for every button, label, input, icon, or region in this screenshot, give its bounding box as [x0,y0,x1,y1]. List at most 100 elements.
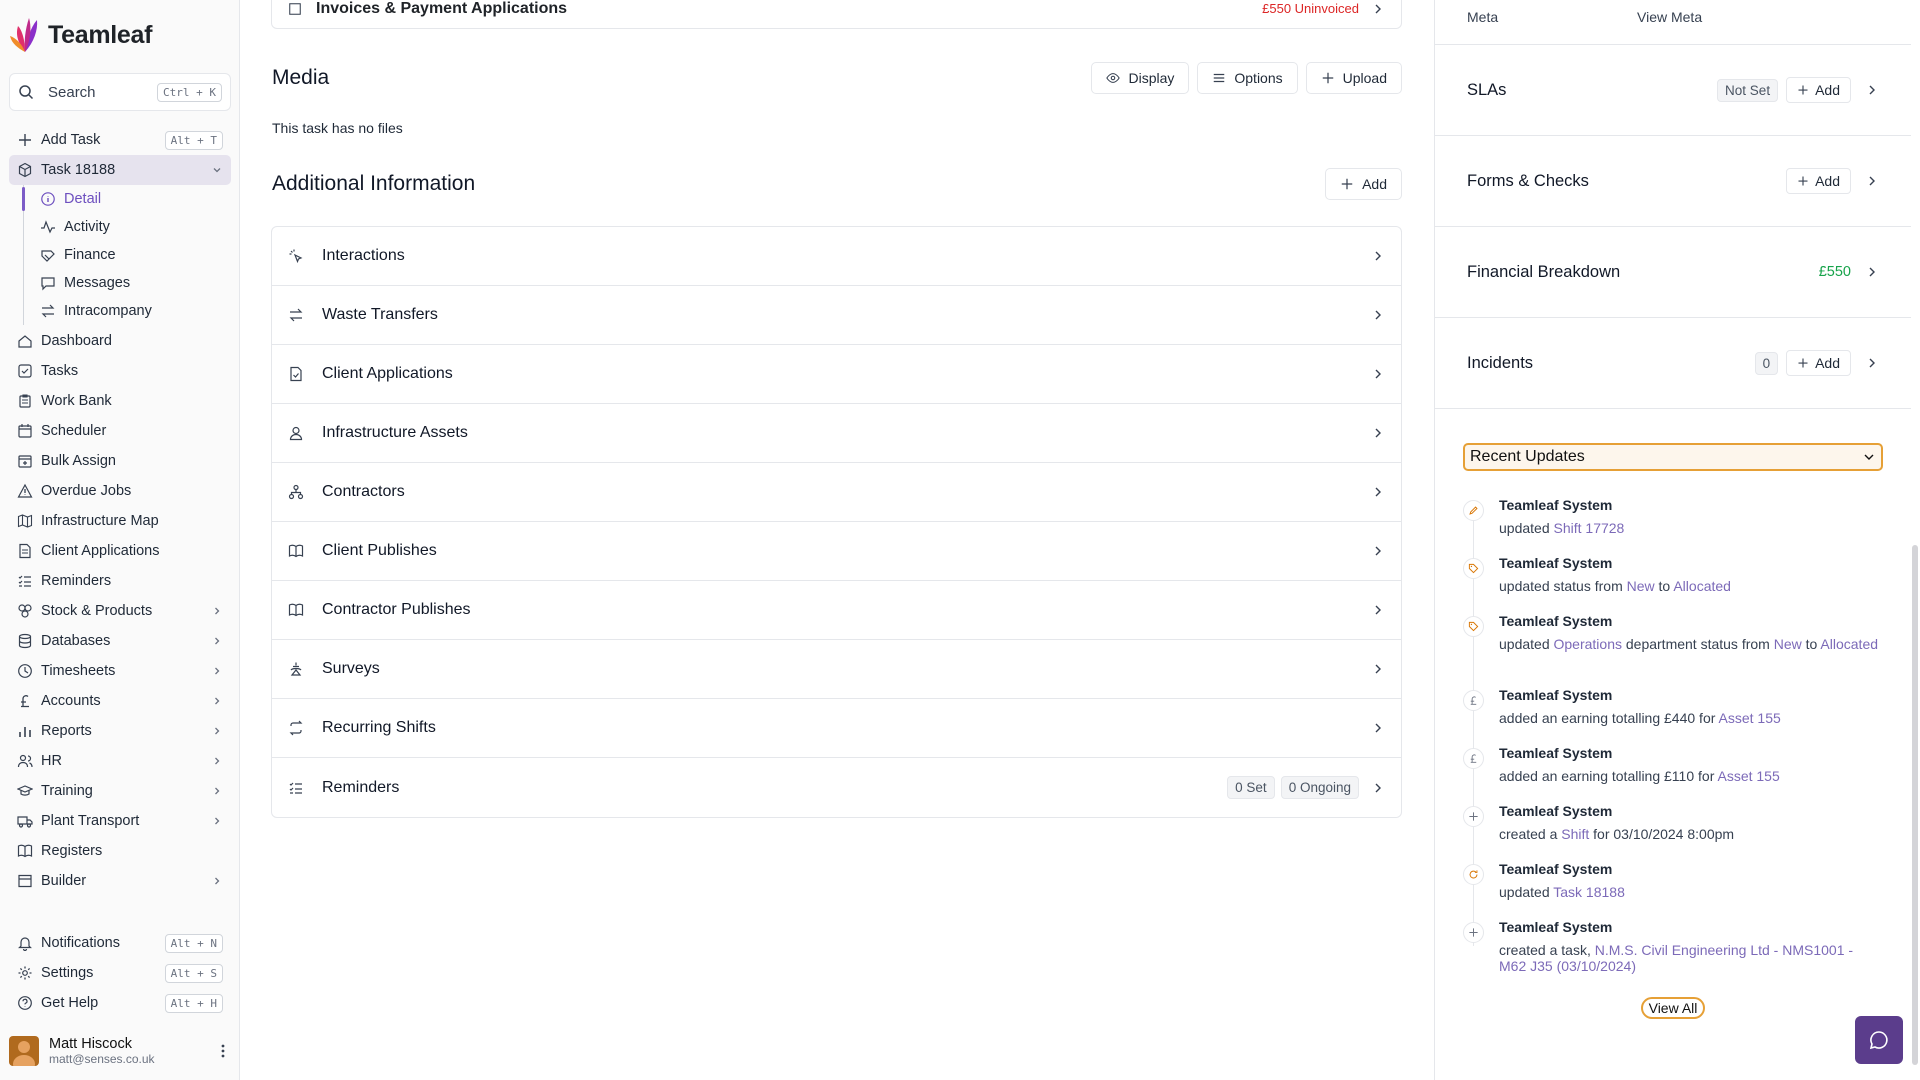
incidents-row[interactable]: Incidents 0 Add [1435,318,1911,409]
timeline-author: Teamleaf System [1499,687,1613,703]
sub-detail[interactable]: Detail [22,185,231,213]
user-profile[interactable]: Matt Hiscock matt@senses.co.uk [9,1032,231,1070]
sub-intracompany[interactable]: Intracompany [24,297,231,325]
accordion-infrastructure-assets[interactable]: Infrastructure Assets [272,404,1401,463]
timeline-link[interactable]: Operations [1554,636,1622,652]
sub-finance-label: Finance [64,247,116,263]
nav-add-task[interactable]: Add Task Alt + T [9,125,231,155]
sidebar-item-label: Work Bank [41,393,112,409]
nav-task-current[interactable]: Task 18188 [9,155,231,185]
financial-row[interactable]: Financial Breakdown £550 [1435,227,1911,318]
timeline-link[interactable]: Allocated [1820,636,1878,652]
incidents-add-button[interactable]: Add [1786,350,1851,376]
sidebar-item-client-applications[interactable]: Client Applications [9,536,231,566]
brand-logo[interactable]: Teamleaf [10,16,152,54]
timeline-text: created a [1499,826,1562,842]
accordion-surveys[interactable]: Surveys [272,640,1401,699]
chevron-right-icon [1375,428,1381,438]
timeline-link[interactable]: Asset 155 [1719,710,1781,726]
sidebar-item-label: Client Applications [41,543,160,559]
truck-icon [17,816,33,828]
invoices-row[interactable]: Invoices & Payment Applications £550 Uni… [271,0,1402,29]
accordion-recurring-shifts[interactable]: Recurring Shifts [272,699,1401,758]
more-vertical-icon[interactable] [215,1043,231,1059]
chevron-right-icon [215,607,220,615]
sidebar-item-hr[interactable]: HR [9,746,231,776]
sidebar-item-get-help[interactable]: Get Help Alt + H [9,988,231,1018]
options-button[interactable]: Options [1197,62,1298,94]
sidebar-item-accounts[interactable]: Accounts [9,686,231,716]
chat-button[interactable] [1855,1016,1903,1064]
slas-add-button[interactable]: Add [1786,77,1851,103]
accordion-contractors[interactable]: Contractors [272,463,1401,522]
repeat-icon [289,720,303,736]
sidebar-item-notifications[interactable]: Notifications Alt + N [9,928,231,958]
timeline-link[interactable]: Shift [1561,826,1589,842]
sidebar-item-infrastructure-map[interactable]: Infrastructure Map [9,506,231,536]
timeline-text: to [1801,636,1821,652]
sidebar-item-scheduler[interactable]: Scheduler [9,416,231,446]
timeline-description: updated Shift 17728 [1499,520,1883,536]
sub-finance[interactable]: Finance [24,241,231,269]
additional-add-button[interactable]: Add [1325,168,1402,200]
chevron-right-icon [1869,358,1875,368]
sidebar-item-stock-products[interactable]: Stock & Products [9,596,231,626]
sidebar-item-label: Scheduler [41,423,107,439]
sidebar-item-timesheets[interactable]: Timesheets [9,656,231,686]
invoice-icon [289,2,301,15]
sidebar-item-reports[interactable]: Reports [9,716,231,746]
sub-activity[interactable]: Activity [24,213,231,241]
display-button[interactable]: Display [1091,62,1190,94]
sub-messages[interactable]: Messages [24,269,231,297]
sidebar-item-reminders[interactable]: Reminders [9,566,231,596]
media-empty-text: This task has no files [272,120,403,136]
chevron-right-icon [1375,251,1381,261]
sidebar-item-registers[interactable]: Registers [9,836,231,866]
chevron-right-icon [1375,546,1381,556]
accordion-label: Waste Transfers [322,306,438,323]
forms-row[interactable]: Forms & Checks Add [1435,136,1911,227]
search-box[interactable]: Search Ctrl + K [9,73,231,111]
timeline-link[interactable]: New [1774,636,1802,652]
accordion-contractor-publishes[interactable]: Contractor Publishes [272,581,1401,640]
sidebar-item-settings[interactable]: Settings Alt + S [9,958,231,988]
chevron-right-icon [1375,605,1381,615]
timeline-link[interactable]: New [1627,578,1655,594]
timeline-link[interactable]: Asset 155 [1717,768,1779,784]
timeline-text: updated [1499,884,1554,900]
sidebar-item-work-bank[interactable]: Work Bank [9,386,231,416]
timeline-link[interactable]: Allocated [1673,578,1731,594]
chevron-right-icon [1375,310,1381,320]
accordion-reminders[interactable]: Reminders 0 Set 0 Ongoing [272,758,1401,817]
chevron-right-icon [215,727,220,735]
accordion-waste-transfers[interactable]: Waste Transfers [272,286,1401,345]
accordion-client-publishes[interactable]: Client Publishes [272,522,1401,581]
tag-icon [1468,563,1479,574]
sidebar-item-tasks[interactable]: Tasks [9,356,231,386]
timeline-item: Teamleaf System updated status from New t… [1463,554,1883,594]
sidebar-item-dashboard[interactable]: Dashboard [9,326,231,356]
timeline-link[interactable]: Task 18188 [1553,884,1625,900]
sidebar-item-label: Stock & Products [41,603,153,619]
sidebar-item-databases[interactable]: Databases [9,626,231,656]
sidebar-item-training[interactable]: Training [9,776,231,806]
user-name: Matt Hiscock [49,1036,132,1052]
sidebar-item-plant-transport[interactable]: Plant Transport [9,806,231,836]
incidents-count: 0 [1754,351,1779,375]
sidebar-item-builder[interactable]: Builder [9,866,231,896]
accordion-client-applications[interactable]: Client Applications [272,345,1401,404]
sidebar-item-bulk-assign[interactable]: Bulk Assign [9,446,231,476]
view-meta-link[interactable]: View Meta [1637,9,1702,25]
forms-add-button[interactable]: Add [1786,168,1851,194]
slas-row[interactable]: SLAs Not Set Add [1435,45,1911,136]
chevron-right-icon [215,877,220,885]
sidebar-item-overdue-jobs[interactable]: Overdue Jobs [9,476,231,506]
upload-button[interactable]: Upload [1305,62,1402,94]
timeline-link[interactable]: Shift 17728 [1554,520,1625,536]
right-panel-scrollbar[interactable] [1912,545,1918,1065]
view-all-button[interactable]: View All [1641,997,1705,1019]
accordion-interactions[interactable]: Interactions [272,227,1401,286]
calendar-icon [18,424,32,438]
eye-icon [1106,73,1121,83]
recent-updates-select[interactable]: Recent Updates [1463,443,1883,471]
